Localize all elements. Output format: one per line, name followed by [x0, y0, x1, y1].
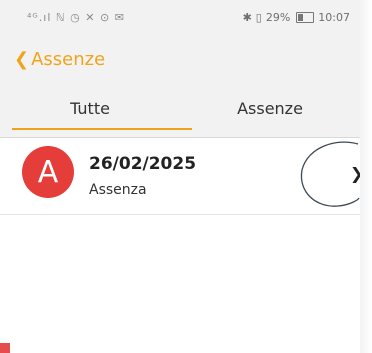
status-bar: ⁴ᴳ.ıl ℕ ◷ ✕ ⊙ ✉ ✱ ▯ 29% 10:07	[0, 0, 360, 40]
item-type: Assenza	[89, 182, 147, 198]
tab-bar: Tutte Assenze	[0, 82, 360, 138]
battery-percent: 29%	[265, 11, 291, 24]
item-date: 26/02/2025	[89, 154, 197, 174]
screen-edge	[360, 0, 372, 353]
corner-mark	[0, 343, 10, 353]
chevron-left-icon: ❮	[14, 49, 30, 70]
status-right: ✱ ▯ 29% 10:07	[243, 11, 350, 24]
bluetooth-icon: ✱	[242, 11, 252, 24]
back-label: Assenze	[31, 49, 106, 70]
status-icons: ⁴ᴳ.ıl ℕ ◷ ✕ ⊙ ✉	[27, 11, 125, 24]
avatar: A	[22, 146, 74, 198]
app-screen: ⁴ᴳ.ıl ℕ ◷ ✕ ⊙ ✉ ✱ ▯ 29% 10:07 ❮ Assenze …	[0, 0, 360, 353]
clock: 10:07	[318, 11, 350, 24]
vibrate-icon: ▯	[255, 11, 262, 24]
header: ❮ Assenze	[0, 40, 360, 82]
empty-area	[0, 215, 360, 353]
list-item[interactable]: A 26/02/2025 Assenza ❯	[0, 138, 360, 215]
chevron-right-icon[interactable]: ❯	[350, 164, 360, 183]
tab-tutte[interactable]: Tutte	[0, 82, 192, 137]
tab-assenze[interactable]: Assenze	[180, 82, 360, 137]
battery-icon	[296, 12, 315, 23]
back-button[interactable]: ❮ Assenze	[14, 49, 105, 70]
